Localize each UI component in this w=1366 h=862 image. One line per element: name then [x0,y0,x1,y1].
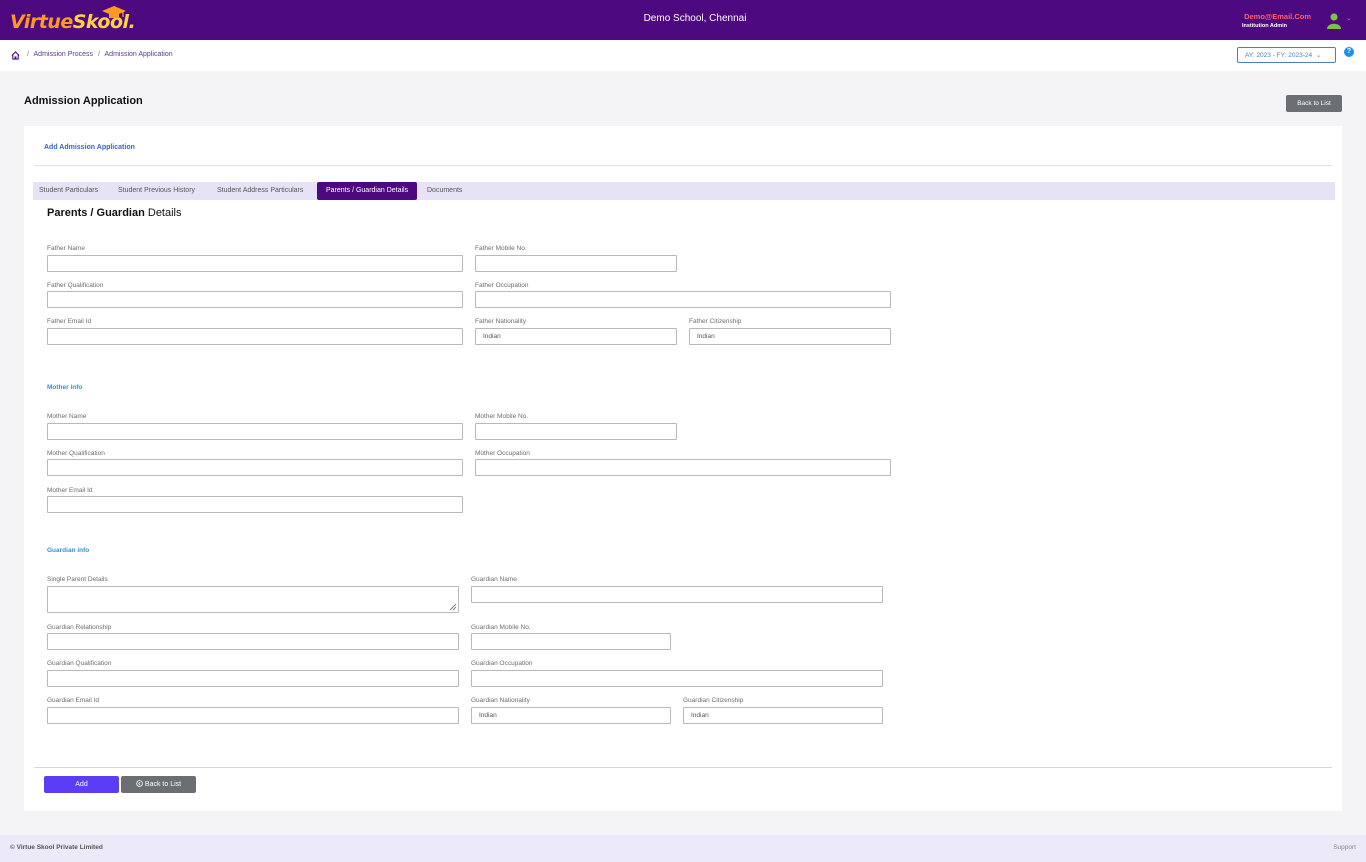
mother-email-label: Mother Email Id [47,487,93,494]
user-role: Institution Admin [1241,23,1287,29]
mother-occupation-label: Mother Occupation [475,450,530,457]
guardian-name-label: Guardian Name [471,576,517,583]
father-nationality-input[interactable]: Indian [475,328,677,345]
footer-copyright: © Virtue Skool Private Limited [10,844,103,851]
tab-documents[interactable]: Documents [427,182,462,200]
page-title: Admission Application [24,95,143,107]
divider [34,767,1332,768]
back-to-list-button-bottom[interactable]: Back to List [121,776,196,793]
single-parent-label: Single Parent Details [47,576,108,583]
card-title: Add Admission Application [44,144,135,151]
footer: © Virtue Skool Private Limited Support [0,835,1366,862]
add-button[interactable]: Add [44,776,119,793]
back-arrow-icon [136,780,143,787]
guardian-email-input[interactable] [47,707,459,724]
father-citizenship-input[interactable]: Indian [689,328,891,345]
mother-occupation-input[interactable] [475,459,891,476]
mother-qualification-label: Mother Qualification [47,450,105,457]
father-occupation-label: Father Occupation [475,282,529,289]
breadcrumb-separator: / [27,51,29,58]
breadcrumb-bar: / Admission Process / Admission Applicat… [0,40,1366,71]
single-parent-textarea[interactable] [47,586,459,613]
guardian-citizenship-label: Guardian Citizenship [683,697,744,704]
back-to-list-button[interactable]: Back to List [1286,95,1342,112]
father-occupation-input[interactable] [475,291,891,308]
father-name-input[interactable] [47,255,463,272]
guardian-mobile-input[interactable] [471,633,671,650]
father-mobile-input[interactable] [475,255,677,272]
guardian-mobile-label: Guardian Mobile No. [471,624,531,631]
resize-handle-icon[interactable] [449,603,457,611]
guardian-qualification-label: Guardian Qualification [47,660,112,667]
chevron-down-icon: ⌄ [1315,52,1322,59]
guardian-qualification-input[interactable] [47,670,459,687]
academic-year-value: AY: 2023 - FY: 2023-24 [1245,52,1313,59]
mother-name-label: Mother Name [47,413,87,420]
guardian-occupation-input[interactable] [471,670,883,687]
breadcrumb-admission-process[interactable]: Admission Process [34,51,94,58]
divider [34,165,1332,166]
guardian-nationality-input[interactable]: Indian [471,707,671,724]
user-avatar-icon[interactable] [1327,13,1341,29]
father-nationality-label: Father Nationality [475,318,526,325]
guardian-info-heading: Guardian info [47,547,90,554]
mother-info-heading: Mother info [47,384,83,391]
top-navbar: VirtueSkool. Demo School, Chennai Demo@E… [0,0,1366,40]
guardian-nationality-label: Guardian Nationality [471,697,530,704]
guardian-name-input[interactable] [471,586,883,603]
guardian-citizenship-input[interactable]: Indian [683,707,883,724]
guardian-email-label: Guardian Email Id [47,697,100,704]
tab-parents-guardian-details[interactable]: Parents / Guardian Details [317,182,418,200]
breadcrumb-separator: / [98,51,100,58]
guardian-relationship-label: Guardian Relationship [47,624,112,631]
mother-name-input[interactable] [47,423,463,440]
user-email[interactable]: Demo@Email.Com [1244,12,1311,21]
father-qualification-input[interactable] [47,291,463,308]
mother-mobile-input[interactable] [475,423,677,440]
home-icon[interactable] [11,51,20,60]
section-title: Parents / Guardian Details [47,207,182,219]
section-title-rest: Details [144,207,182,219]
section-title-bold: Parents / Guardian [47,207,145,219]
guardian-occupation-label: Guardian Occupation [471,660,533,667]
father-email-label: Father Email Id [47,318,92,325]
school-name: Demo School, Chennai [643,13,747,24]
breadcrumb-admission-application: Admission Application [104,51,173,58]
footer-support-link[interactable]: Support [1333,844,1356,851]
tab-student-previous-history[interactable]: Student Previous History [118,182,195,200]
father-citizenship-label: Father Citizenship [689,318,742,325]
guardian-relationship-input[interactable] [47,633,459,650]
help-icon[interactable]: ? [1344,47,1354,57]
tab-student-particulars[interactable]: Student Particulars [39,182,98,200]
father-qualification-label: Father Qualification [47,282,104,289]
father-name-label: Father Name [47,245,85,252]
breadcrumb: / Admission Process / Admission Applicat… [24,51,173,58]
user-menu-chevron-icon[interactable]: ⌄ [1346,14,1352,22]
mother-email-input[interactable] [47,496,463,513]
tab-student-address-particulars[interactable]: Student Address Particulars [217,182,303,200]
back-to-list-label: Back to List [144,781,182,788]
father-mobile-label: Father Mobile No. [475,245,527,252]
mother-mobile-label: Mother Mobile No. [475,413,529,420]
father-email-input[interactable] [47,328,463,345]
academic-year-select[interactable]: AY: 2023 - FY: 2023-24 ⌄ [1237,47,1336,63]
mother-qualification-input[interactable] [47,459,463,476]
